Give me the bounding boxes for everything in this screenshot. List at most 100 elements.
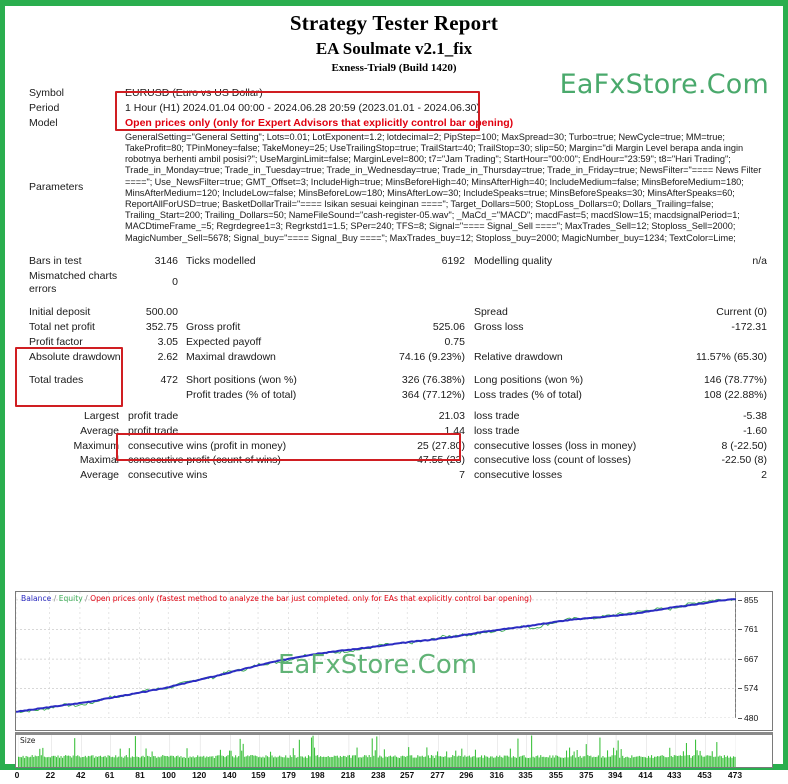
profit-factor-value: 3.05 bbox=[157, 335, 178, 348]
size-bar bbox=[392, 756, 395, 767]
size-bar bbox=[74, 738, 76, 767]
row-maximal: Maximal consecutive profit (count of win… bbox=[15, 453, 773, 468]
size-bar bbox=[143, 757, 146, 767]
size-bar bbox=[482, 757, 484, 767]
size-bar bbox=[538, 757, 540, 767]
size-bar bbox=[599, 737, 601, 767]
size-bar bbox=[294, 755, 296, 767]
modelling-quality-label: Modelling quality bbox=[473, 254, 553, 267]
size-bar bbox=[125, 755, 127, 767]
size-bar bbox=[191, 757, 193, 767]
equity-chart: Balance / Equity / Open prices only (fas… bbox=[15, 591, 773, 780]
size-bar bbox=[590, 755, 592, 767]
size-bar bbox=[336, 755, 338, 767]
size-bar bbox=[104, 755, 106, 767]
size-bar bbox=[192, 756, 194, 767]
size-bar bbox=[427, 755, 429, 767]
size-bar bbox=[233, 757, 235, 767]
size-bar bbox=[412, 757, 414, 767]
spacer bbox=[15, 296, 773, 305]
maximal-drawdown-label: Maximal drawdown bbox=[186, 350, 276, 363]
size-bar bbox=[635, 756, 637, 767]
initial-deposit-label: Initial deposit bbox=[29, 306, 91, 319]
size-bar bbox=[109, 755, 111, 767]
size-bar bbox=[248, 756, 250, 767]
size-bar bbox=[342, 755, 344, 767]
size-bar bbox=[55, 757, 58, 767]
size-bar bbox=[367, 757, 369, 767]
size-bar bbox=[242, 743, 244, 767]
bars-in-test-label: Bars in test bbox=[29, 254, 82, 267]
size-bar bbox=[57, 755, 59, 767]
size-bar bbox=[720, 756, 722, 767]
max-consecutive-losses-value: 8 (-22.50) bbox=[721, 439, 767, 452]
expected-payoff-label: Expected payoff bbox=[186, 335, 262, 348]
size-bar bbox=[225, 756, 228, 767]
size-bar bbox=[521, 755, 524, 767]
avg-consecutive-losses-label: consecutive losses bbox=[473, 469, 563, 482]
size-bar bbox=[370, 757, 372, 767]
x-tick-label: 296 bbox=[459, 770, 474, 780]
relative-drawdown-value: 11.57% (65.30) bbox=[695, 350, 767, 363]
size-bar bbox=[490, 756, 492, 767]
x-tick-label: 61 bbox=[104, 770, 115, 780]
size-bar bbox=[282, 757, 284, 767]
size-bar bbox=[321, 757, 323, 767]
size-bar bbox=[84, 755, 86, 767]
size-bar bbox=[33, 756, 35, 767]
size-bar bbox=[705, 755, 707, 767]
size-bar bbox=[95, 756, 97, 767]
maximal-drawdown-value: 74.16 (9.23%) bbox=[399, 350, 465, 363]
size-bar bbox=[722, 757, 724, 767]
row-model: Model Open prices only (only for Expert … bbox=[15, 116, 773, 131]
size-bar bbox=[60, 756, 62, 767]
size-bar bbox=[89, 756, 91, 767]
size-bar bbox=[292, 748, 294, 767]
size-bar bbox=[602, 756, 604, 767]
model-value: Open prices only (only for Expert Adviso… bbox=[125, 116, 514, 129]
symbol-label: Symbol bbox=[29, 87, 65, 100]
size-bar bbox=[399, 757, 401, 767]
size-bar bbox=[647, 755, 650, 767]
chart-x-axis: 0 22 42 61 81 100 120 140 159 179 198 218 238 257 277 2… bbox=[15, 768, 742, 784]
size-bar bbox=[265, 755, 267, 767]
size-bar bbox=[473, 756, 475, 767]
size-bar bbox=[695, 739, 697, 767]
size-bar bbox=[465, 756, 467, 767]
size-bar bbox=[446, 751, 448, 767]
size-bar bbox=[418, 756, 420, 767]
size-bar bbox=[300, 756, 302, 767]
size-bar bbox=[698, 755, 700, 767]
balance-equity-graph: Balance / Equity / Open prices only (fas… bbox=[15, 591, 773, 731]
size-bar bbox=[274, 756, 276, 767]
size-bar bbox=[184, 757, 187, 767]
bars-in-test-value: 3146 bbox=[154, 254, 178, 267]
size-bar bbox=[358, 757, 360, 767]
size-bar bbox=[480, 755, 483, 767]
size-bar bbox=[546, 756, 548, 767]
maximal-label: Maximal bbox=[79, 454, 119, 467]
size-bar bbox=[585, 744, 587, 767]
size-bar bbox=[556, 755, 558, 767]
size-bar bbox=[119, 748, 121, 767]
size-bar bbox=[254, 755, 256, 767]
size-bar bbox=[90, 755, 92, 767]
size-bar bbox=[582, 756, 584, 767]
size-bar bbox=[277, 756, 279, 767]
size-bar bbox=[629, 757, 631, 767]
size-bar bbox=[549, 755, 551, 767]
size-bar bbox=[710, 755, 712, 767]
profit-trades-label: Profit trades (% of total) bbox=[186, 389, 297, 402]
size-bar bbox=[561, 757, 563, 767]
legend-model-note: Open prices only (fastest method to anal… bbox=[90, 594, 532, 603]
row-average: Average profit trade 1.44 loss trade -1.… bbox=[15, 424, 773, 439]
size-bar bbox=[314, 747, 316, 767]
largest-loss-trade-value: -5.38 bbox=[743, 410, 767, 423]
size-bar bbox=[207, 757, 209, 767]
size-bar bbox=[558, 756, 560, 767]
row-absolute-drawdown: Absolute drawdown 2.62 Maximal drawdown … bbox=[15, 350, 773, 365]
parameters-value: GeneralSetting="General Setting"; Lots=0… bbox=[125, 131, 762, 243]
size-bar bbox=[693, 755, 695, 767]
size-bar bbox=[350, 757, 352, 767]
size-bar bbox=[644, 757, 647, 767]
